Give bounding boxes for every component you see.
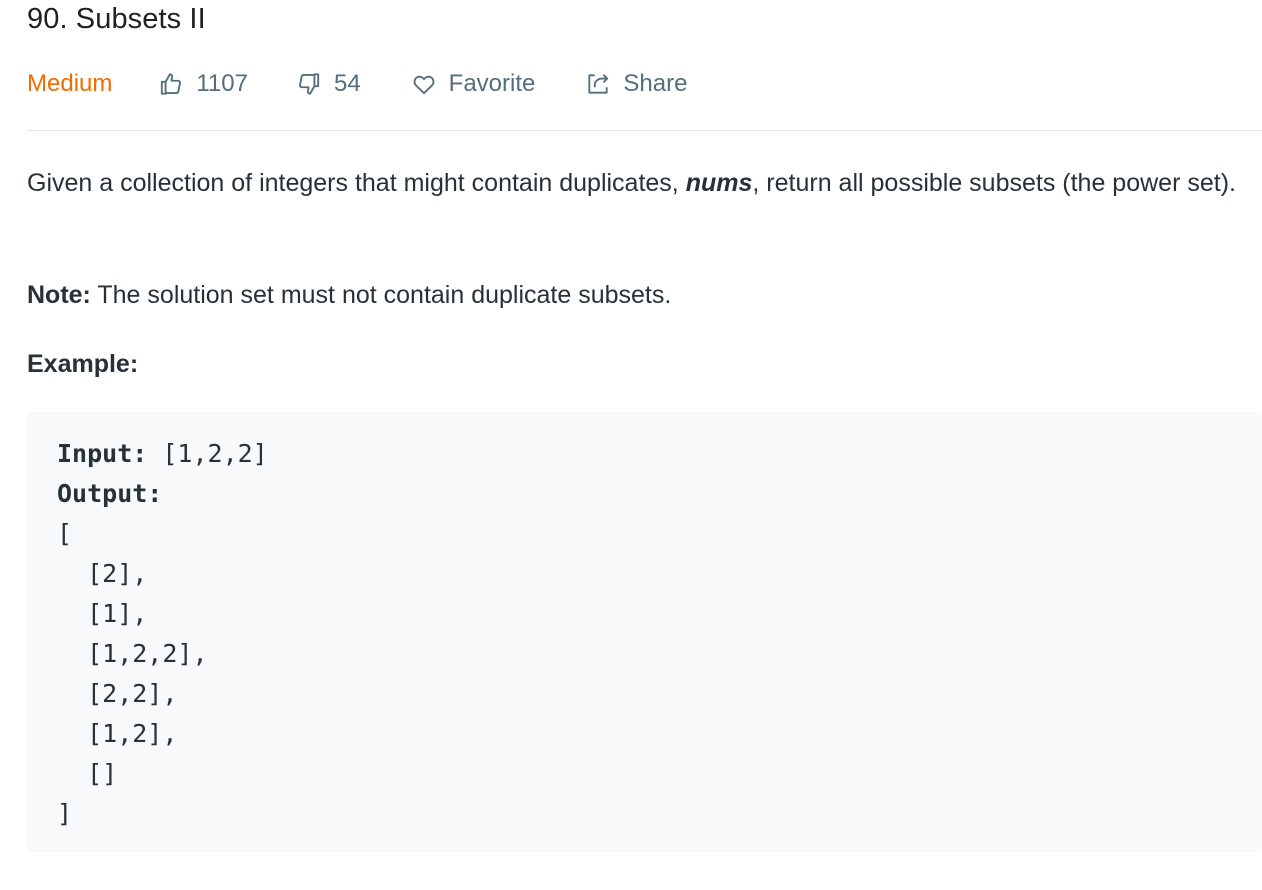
output-label: Output:	[57, 479, 163, 508]
description-variable: nums	[685, 169, 753, 197]
output-line: [1,2,2],	[57, 639, 208, 668]
heart-icon	[411, 71, 437, 97]
input-value: [1,2,2]	[147, 439, 268, 468]
problem-meta-bar: Medium 1107 54 Favorite Share	[27, 64, 687, 104]
example-code: Input: [1,2,2] Output: [ [2], [1], [1,2,…	[57, 434, 268, 834]
description-text-2: , return all possible subsets (the power…	[752, 169, 1236, 197]
output-line: [1],	[57, 599, 148, 628]
like-button[interactable]: 1107	[158, 70, 248, 98]
example-code-block: Input: [1,2,2] Output: [ [2], [1], [1,2,…	[27, 412, 1262, 852]
note-label: Note:	[27, 281, 91, 309]
like-count: 1107	[196, 70, 248, 97]
favorite-label: Favorite	[448, 70, 536, 97]
example-heading: Example:	[27, 350, 139, 378]
share-label: Share	[623, 70, 688, 97]
problem-title: 90. Subsets II	[27, 3, 206, 35]
output-line: ]	[57, 799, 73, 828]
problem-description: Given a collection of integers that migh…	[27, 162, 1257, 204]
thumbs-down-icon	[296, 71, 322, 97]
problem-note: Note: The solution set must not contain …	[27, 274, 671, 316]
output-line: [2,2],	[57, 679, 178, 708]
output-line: []	[57, 759, 118, 788]
dislike-button[interactable]: 54	[296, 70, 361, 98]
input-label: Input:	[57, 439, 148, 468]
output-line: [2],	[57, 559, 148, 588]
dislike-count: 54	[333, 70, 361, 97]
description-text-1: Given a collection of integers that migh…	[27, 169, 686, 197]
favorite-button[interactable]: Favorite	[411, 70, 536, 98]
note-text: The solution set must not contain duplic…	[90, 281, 672, 309]
difficulty-badge: Medium	[27, 70, 113, 97]
divider	[27, 130, 1262, 131]
output-line: [1,2],	[57, 719, 178, 748]
share-button[interactable]: Share	[585, 70, 687, 98]
output-line: [	[57, 519, 73, 548]
thumbs-up-icon	[158, 71, 184, 97]
share-icon	[585, 71, 611, 97]
